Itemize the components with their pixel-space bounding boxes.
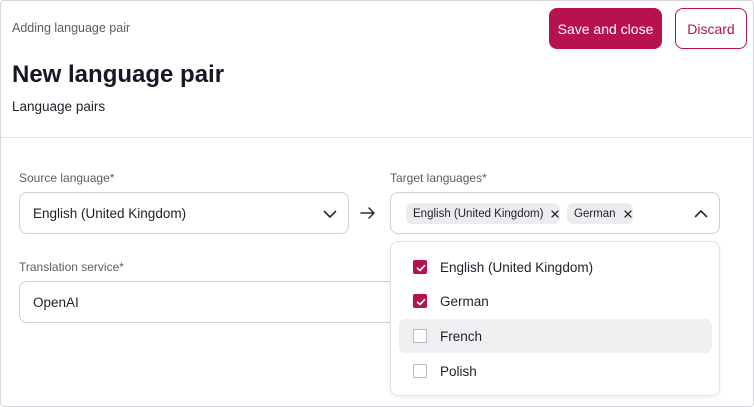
page-subtitle: Language pairs xyxy=(12,99,106,114)
arrow-right-icon xyxy=(360,207,375,219)
dropdown-option[interactable]: Polish xyxy=(399,354,712,388)
translation-service-label: Translation service* xyxy=(19,260,124,274)
target-chip-label: German xyxy=(574,207,616,220)
dropdown-option-hovered[interactable]: French xyxy=(399,319,712,353)
close-icon[interactable] xyxy=(623,209,633,219)
target-chip: English (United Kingdom) xyxy=(406,203,561,224)
source-language-value: English (United Kingdom) xyxy=(33,205,187,221)
option-label: Polish xyxy=(440,363,477,379)
option-label: English (United Kingdom) xyxy=(440,259,594,275)
option-label: German xyxy=(440,293,489,309)
check-icon xyxy=(416,298,426,306)
translation-service-value: OpenAI xyxy=(33,294,79,310)
discard-button[interactable]: Discard xyxy=(675,8,747,49)
target-languages-label: Target languages* xyxy=(390,171,487,185)
option-label: French xyxy=(440,328,483,344)
breadcrumb: Adding language pair xyxy=(12,21,131,35)
close-icon[interactable] xyxy=(550,209,560,219)
check-icon xyxy=(416,264,426,272)
chevron-up-icon[interactable] xyxy=(693,206,709,222)
translation-service-select[interactable]: OpenAI xyxy=(19,281,409,323)
source-language-select[interactable]: English (United Kingdom) xyxy=(19,192,349,234)
chevron-down-icon xyxy=(323,210,337,218)
page-frame: Adding language pair Save and close Disc… xyxy=(0,0,754,407)
target-languages-dropdown: English (United Kingdom) German French P… xyxy=(390,241,720,396)
checkbox-checked[interactable] xyxy=(413,294,427,308)
dropdown-option[interactable]: German xyxy=(399,284,712,318)
target-chip-label: English (United Kingdom) xyxy=(413,207,544,220)
source-language-label: Source language* xyxy=(19,171,115,185)
dropdown-option[interactable]: English (United Kingdom) xyxy=(399,250,712,284)
header-divider xyxy=(1,137,753,138)
checkbox-unchecked[interactable] xyxy=(413,364,427,378)
checkbox-unchecked[interactable] xyxy=(413,329,427,343)
checkbox-checked[interactable] xyxy=(413,260,427,274)
save-and-close-button[interactable]: Save and close xyxy=(549,8,662,49)
page-title: New language pair xyxy=(12,61,225,88)
target-chip: German xyxy=(567,203,633,224)
